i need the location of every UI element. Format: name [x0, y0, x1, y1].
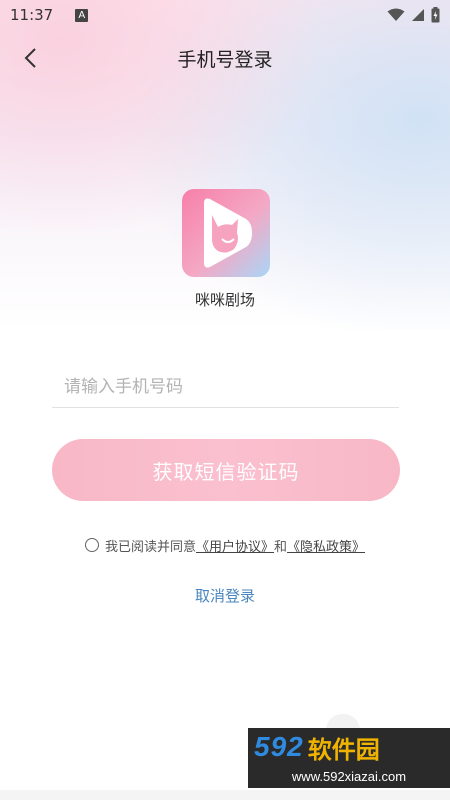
agree-radio[interactable]	[84, 538, 99, 552]
status-bar: 11:37 A	[0, 0, 450, 30]
cat-play-logo-icon	[204, 198, 252, 268]
back-button[interactable]	[16, 44, 44, 72]
site-watermark: 592 软件园 www.592xiazai.com	[248, 714, 450, 790]
chevron-left-icon	[24, 48, 36, 68]
status-time: 11:37	[10, 6, 54, 24]
status-icons	[387, 7, 440, 23]
watermark-url: www.592xiazai.com	[248, 766, 450, 788]
phone-number-input[interactable]	[52, 366, 399, 408]
navigation-bar: 手机号登录	[0, 38, 450, 78]
page-title: 手机号登录	[177, 48, 273, 71]
user-agreement-link[interactable]: 《用户协议》	[196, 536, 274, 555]
battery-icon	[431, 7, 440, 23]
agreement-row: 我已阅读并同意 《用户协议》 和 《隐私政策》	[0, 535, 450, 555]
agree-prefix-text: 我已阅读并同意	[104, 539, 196, 555]
watermark-brand-text: 软件园	[307, 735, 380, 764]
notification-icon: A	[75, 8, 89, 22]
privacy-policy-link[interactable]: 《隐私政策》	[287, 536, 365, 555]
app-logo	[182, 189, 270, 277]
cancel-login-link[interactable]: 取消登录	[0, 585, 450, 606]
app-name: 咪咪剧场	[194, 291, 255, 309]
wifi-icon	[387, 8, 405, 21]
get-sms-code-button[interactable]: 获取短信验证码	[52, 439, 400, 501]
signal-icon	[412, 9, 424, 21]
agree-and-text: 和	[274, 539, 288, 555]
bottom-bar	[0, 790, 450, 800]
watermark-brand: 592 软件园	[248, 728, 450, 766]
watermark-number: 592	[254, 731, 304, 762]
